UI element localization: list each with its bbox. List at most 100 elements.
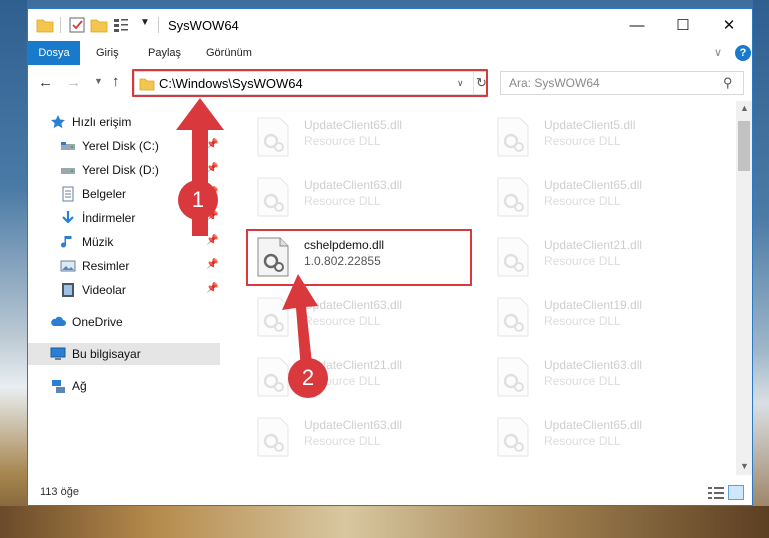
sidebar-item-videos[interactable]: Videolar 📌: [28, 279, 220, 301]
file-name: UpdateClient19.dll: [544, 298, 643, 312]
recent-locations-icon[interactable]: ▼: [94, 76, 103, 86]
file-item-cshelpdemo[interactable]: cshelpdemo.dll 1.0.802.22855: [244, 229, 464, 285]
file-name: UpdateClient65.dll: [544, 178, 643, 192]
help-icon[interactable]: ?: [735, 45, 751, 61]
search-placeholder: Ara: SysWOW64: [509, 76, 600, 90]
file-item[interactable]: UpdateClient21.dll Resource DLL: [484, 229, 704, 285]
back-arrow-icon[interactable]: ←: [38, 74, 53, 91]
explorer-window: ▼ SysWOW64 — ☐ ✕ Dosya Giriş Paylaş Görü…: [27, 8, 753, 506]
file-description: Resource DLL: [544, 194, 621, 208]
file-item[interactable]: UpdateClient21.dll Resource DLL: [244, 349, 464, 405]
properties-icon[interactable]: [68, 16, 86, 34]
pin-icon[interactable]: 📌: [206, 163, 218, 174]
pictures-icon: [60, 260, 76, 272]
vertical-scrollbar[interactable]: ▲ ▼: [736, 101, 752, 475]
file-item[interactable]: UpdateClient65.dll Resource DLL: [484, 169, 704, 225]
sidebar-item-label: Müzik: [82, 235, 114, 249]
file-name: UpdateClient65.dll: [544, 418, 643, 432]
close-button[interactable]: ✕: [706, 9, 752, 41]
tab-home[interactable]: Giriş: [86, 41, 129, 65]
maximize-icon: ☐: [676, 17, 690, 34]
file-item[interactable]: UpdateClient63.dll Resource DLL: [244, 409, 464, 465]
scroll-up-icon[interactable]: ▲: [740, 103, 749, 113]
desktop-background-left: [0, 0, 27, 538]
sidebar-item-label: Ağ: [72, 379, 87, 393]
file-item[interactable]: UpdateClient65.dll Resource DLL: [484, 409, 704, 465]
file-name: UpdateClient21.dll: [544, 238, 643, 252]
address-path[interactable]: C:\Windows\SysWOW64: [159, 76, 303, 91]
folder-icon: [36, 19, 54, 33]
scrollbar-thumb[interactable]: [738, 121, 750, 171]
file-name: UpdateClient63.dll: [304, 418, 403, 432]
pin-icon[interactable]: 📌: [206, 259, 218, 270]
sidebar-item-this-pc[interactable]: Bu bilgisayar: [28, 343, 220, 365]
address-dropdown-icon[interactable]: ∨: [457, 78, 464, 89]
ribbon-tabs: Dosya Giriş Paylaş Görünüm ∨ ?: [28, 41, 752, 65]
cloud-icon: [51, 316, 66, 326]
up-arrow-icon[interactable]: ↑: [112, 73, 120, 90]
sidebar-item-music[interactable]: Müzik 📌: [28, 231, 220, 253]
sidebar-item-local-disk-d[interactable]: Yerel Disk (D:) 📌: [28, 159, 220, 181]
toolbar-separator: [60, 17, 61, 33]
file-description: Resource DLL: [304, 134, 381, 148]
dll-file-icon: [497, 177, 529, 217]
title-bar: ▼ SysWOW64 — ☐ ✕: [28, 9, 752, 41]
search-input[interactable]: Ara: SysWOW64 ⚲: [500, 71, 744, 95]
search-icon[interactable]: ⚲: [723, 75, 733, 91]
desktop-background-right: [753, 0, 769, 538]
dll-file-icon: [257, 297, 289, 337]
documents-icon: [62, 186, 74, 202]
file-name: UpdateClient63.dll: [304, 298, 403, 312]
tab-file[interactable]: Dosya: [28, 41, 80, 65]
new-folder-icon[interactable]: [90, 16, 108, 34]
sidebar-item-label: Bu bilgisayar: [72, 347, 141, 361]
expand-ribbon-icon[interactable]: ∨: [714, 46, 722, 59]
file-item[interactable]: UpdateClient63.dll Resource DLL: [484, 349, 704, 405]
file-name: UpdateClient63.dll: [304, 178, 403, 192]
file-item[interactable]: UpdateClient19.dll Resource DLL: [484, 289, 704, 345]
tab-view[interactable]: Görünüm: [196, 41, 262, 65]
sidebar-item-onedrive[interactable]: OneDrive: [28, 311, 220, 333]
address-bar[interactable]: C:\Windows\SysWOW64 ∨ ↻: [134, 71, 488, 95]
dll-file-icon: [497, 297, 529, 337]
sidebar-item-label: Videolar: [82, 283, 126, 297]
file-item[interactable]: UpdateClient65.dll Resource DLL: [244, 109, 464, 165]
window-title: SysWOW64: [168, 18, 239, 33]
file-description: Resource DLL: [304, 194, 381, 208]
dll-file-icon: [497, 117, 529, 157]
refresh-icon[interactable]: ↻: [473, 72, 489, 94]
details-view-icon[interactable]: [708, 487, 724, 499]
videos-icon: [62, 283, 74, 297]
dll-file-icon: [497, 417, 529, 457]
tiles-view-icon[interactable]: [728, 485, 744, 500]
view-options-icon[interactable]: [112, 16, 130, 34]
scroll-down-icon[interactable]: ▼: [740, 461, 749, 471]
status-bar: 113 öğe: [28, 481, 752, 505]
pin-icon[interactable]: 📌: [206, 235, 218, 246]
sidebar-item-network[interactable]: Ağ: [28, 375, 220, 397]
sidebar-item-local-disk-c[interactable]: Yerel Disk (C:) 📌: [28, 135, 220, 157]
file-item[interactable]: UpdateClient63.dll Resource DLL: [244, 289, 464, 345]
minimize-icon: —: [629, 16, 645, 34]
sidebar-item-pictures[interactable]: Resimler 📌: [28, 255, 220, 277]
forward-arrow-icon[interactable]: →: [66, 74, 81, 91]
navigation-pane: Hızlı erişim Yerel Disk (C:) 📌 Yerel Dis…: [28, 101, 220, 475]
minimize-button[interactable]: —: [614, 9, 660, 41]
sidebar-item-quick-access[interactable]: Hızlı erişim: [28, 111, 220, 133]
desktop-background-bottom: [0, 506, 769, 538]
dll-file-icon: [257, 117, 289, 157]
music-icon: [61, 236, 72, 248]
file-item[interactable]: UpdateClient63.dll Resource DLL: [244, 169, 464, 225]
tab-share[interactable]: Paylaş: [138, 41, 191, 65]
pin-icon[interactable]: 📌: [206, 139, 218, 150]
network-icon: [52, 380, 65, 393]
maximize-button[interactable]: ☐: [660, 9, 706, 41]
file-description: Resource DLL: [544, 254, 621, 268]
sidebar-item-label: OneDrive: [72, 315, 123, 329]
pin-icon[interactable]: 📌: [206, 283, 218, 294]
file-name: UpdateClient65.dll: [304, 118, 403, 132]
annotation-badge-1: 1: [178, 180, 218, 220]
file-item[interactable]: UpdateClient5.dll Resource DLL: [484, 109, 704, 165]
sidebar-item-label: Belgeler: [82, 187, 127, 201]
customize-toolbar-icon[interactable]: ▼: [140, 17, 158, 35]
